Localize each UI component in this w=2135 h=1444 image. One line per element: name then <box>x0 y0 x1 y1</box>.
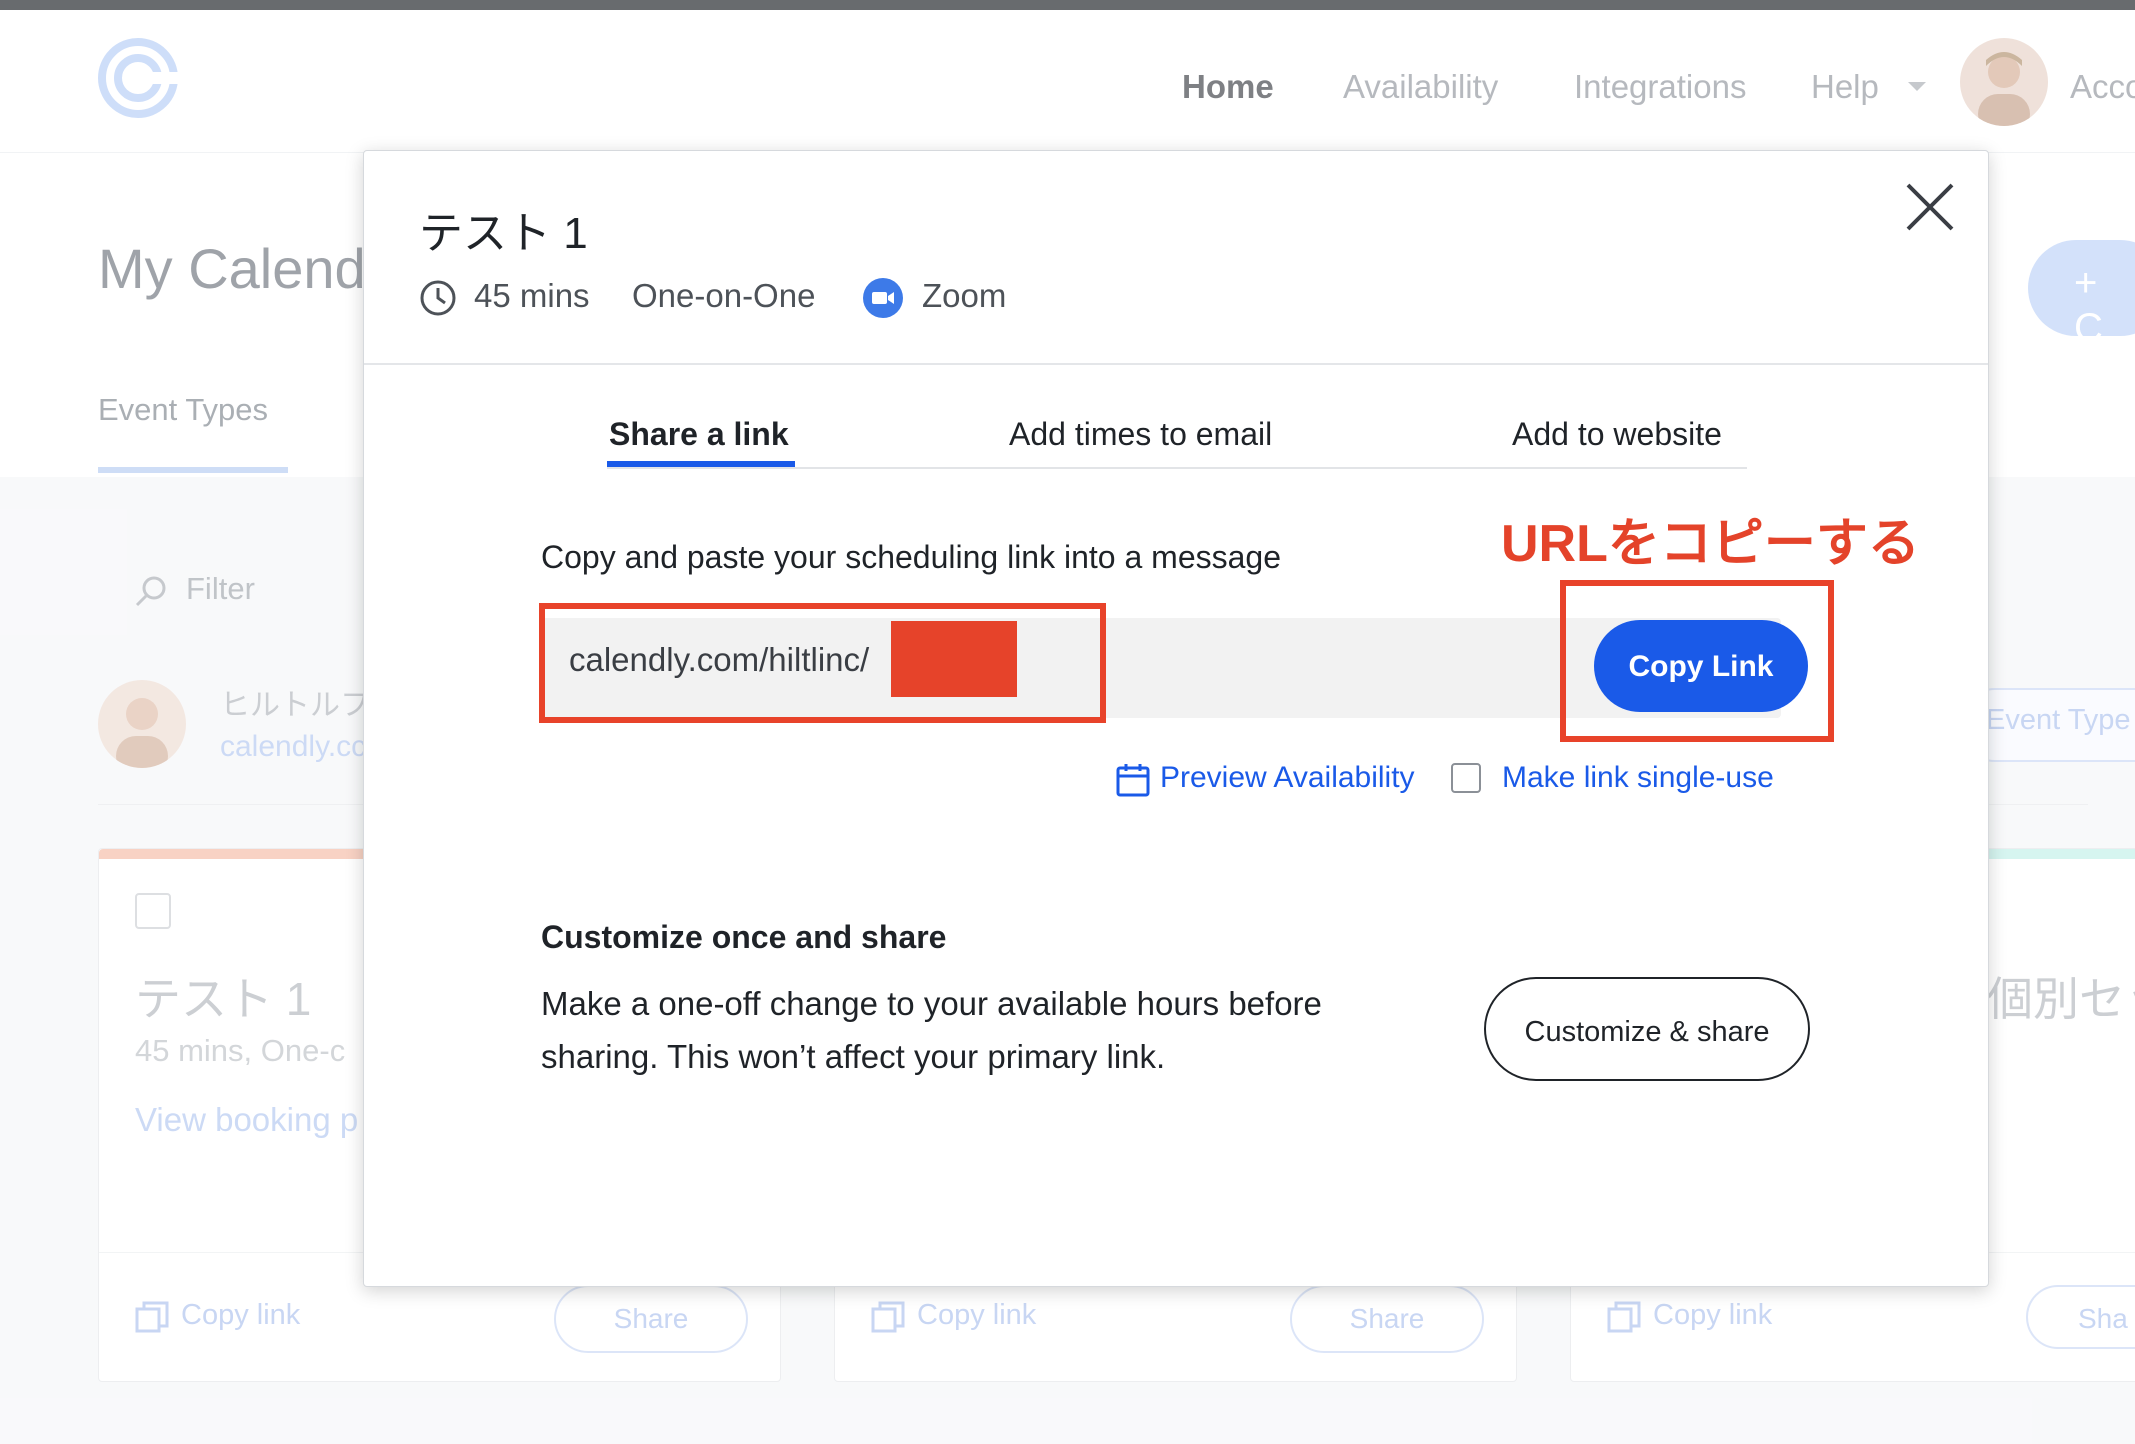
clock-icon <box>419 279 457 322</box>
customize-share-button[interactable]: Customize & share <box>1484 977 1810 1081</box>
event-location: Zoom <box>922 277 1007 314</box>
close-icon[interactable] <box>1904 181 1956 233</box>
zoom-icon <box>862 277 904 324</box>
tab-share-a-link[interactable]: Share a link <box>609 416 789 453</box>
tab-add-to-website[interactable]: Add to website <box>1512 416 1722 453</box>
customize-heading: Customize once and share <box>541 919 947 955</box>
single-use-checkbox[interactable] <box>1451 763 1481 793</box>
event-kind: One-on-One <box>632 277 816 314</box>
event-duration: 45 mins <box>474 277 590 314</box>
tabs-baseline <box>607 467 1747 469</box>
tab-active-indicator <box>607 461 795 467</box>
tab-add-times-to-email[interactable]: Add times to email <box>1009 416 1272 453</box>
share-instructions: Copy and paste your scheduling link into… <box>541 539 1281 575</box>
share-modal: テスト 1 45 mins One-on-One Zoom Share a li… <box>363 150 1989 1287</box>
copy-link-button[interactable]: Copy Link <box>1594 620 1808 712</box>
preview-availability-link[interactable]: Preview Availability <box>1160 761 1415 795</box>
annotation-copy-url: URLをコピーする <box>1501 515 1920 573</box>
modal-title: テスト 1 <box>419 209 588 258</box>
modal-header-divider <box>364 363 1988 365</box>
customize-description: Make a one-off change to your available … <box>541 985 1322 1075</box>
calendar-icon <box>1116 763 1150 802</box>
single-use-label[interactable]: Make link single-use <box>1502 761 1774 795</box>
annotation-box-link <box>539 603 1106 723</box>
